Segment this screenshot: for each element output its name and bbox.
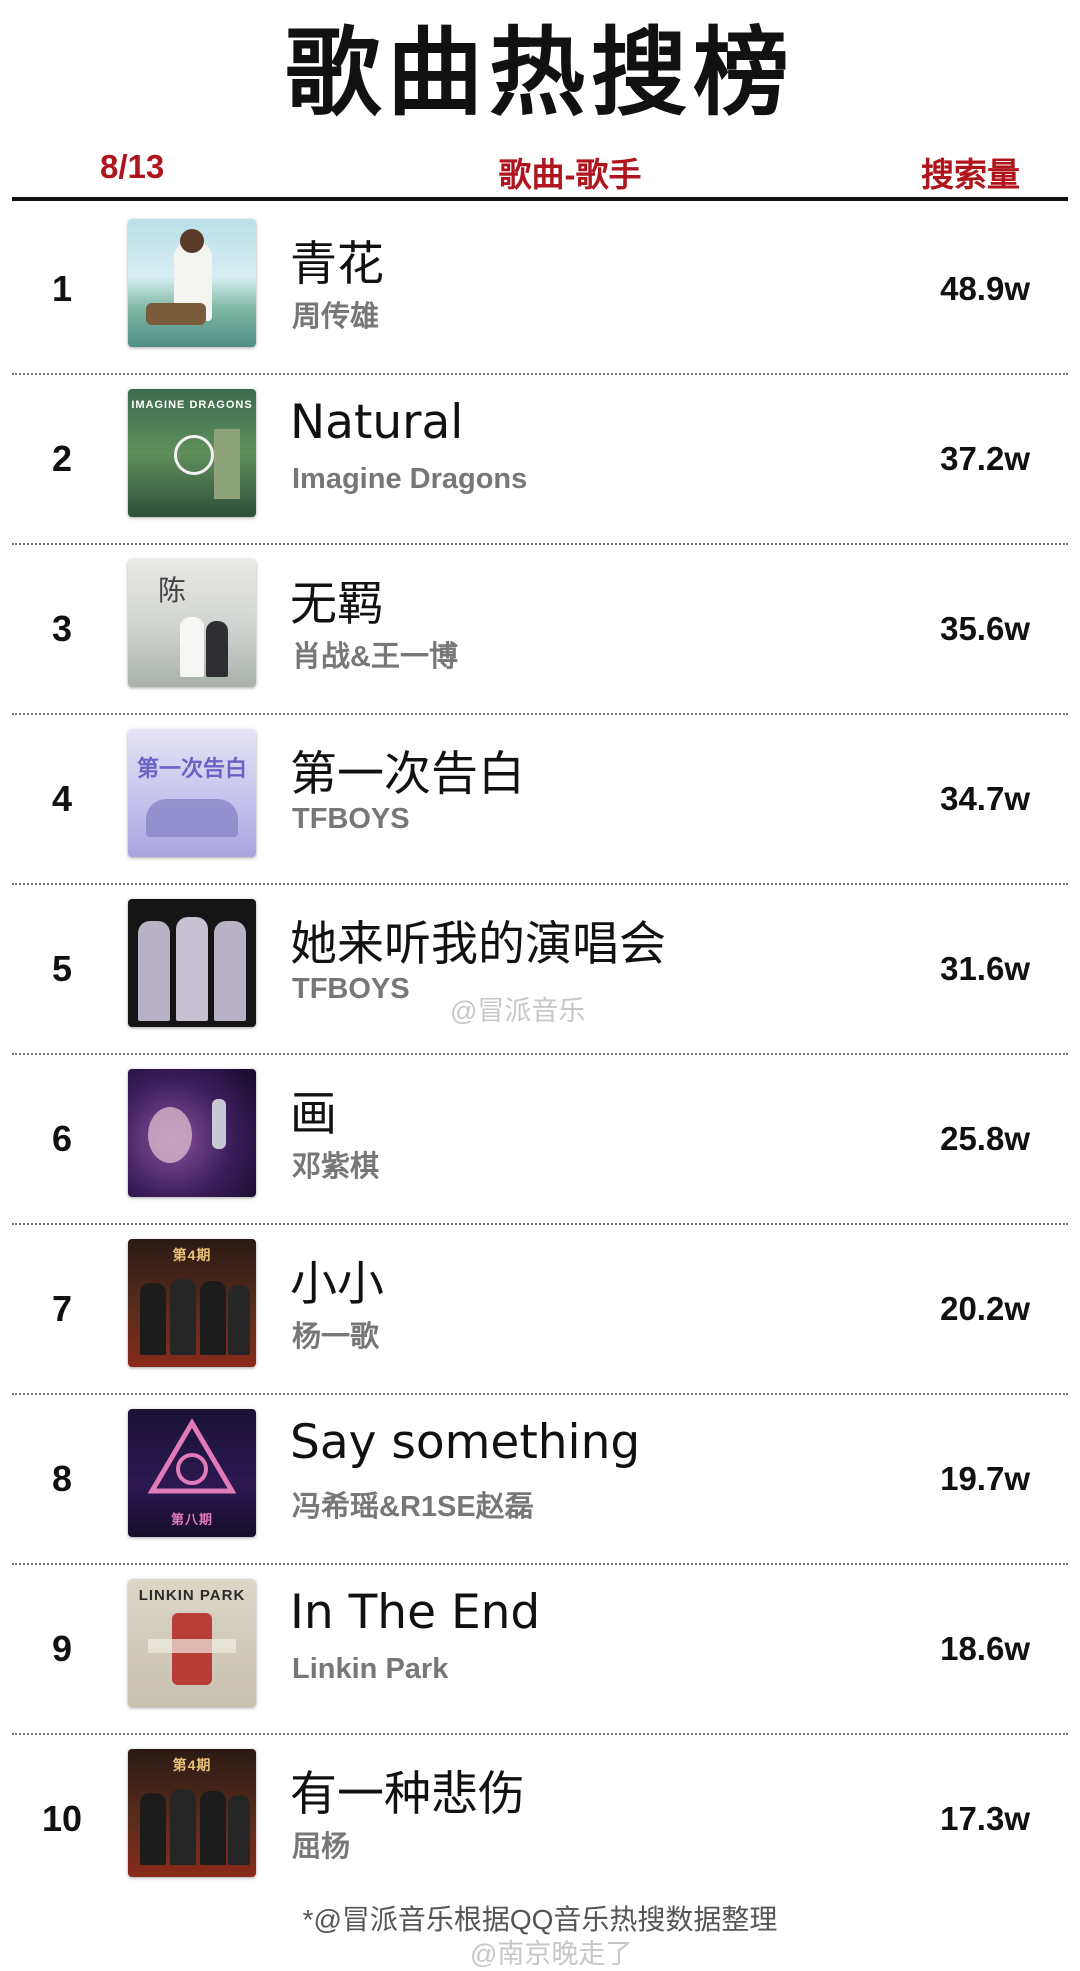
rank-number: 3	[51, 608, 73, 649]
artist-name: Imagine Dragons	[292, 463, 528, 495]
artist-name: 肖战&王一博	[292, 641, 458, 673]
song-title: 第一次告白	[290, 747, 525, 802]
album-cover: 第一次告白	[128, 729, 256, 857]
album-cover: 第4期	[128, 1749, 256, 1877]
album-cover: IMAGINE DRAGONS	[128, 389, 256, 517]
search-count: 25.8w	[940, 1120, 1030, 1157]
watermark: @南京晚走了	[470, 1939, 633, 1969]
search-count: 31.6w	[940, 950, 1030, 987]
rank-number: 10	[41, 1798, 83, 1839]
rank-number: 1	[51, 268, 73, 309]
cover-text: IMAGINE DRAGONS	[131, 399, 253, 411]
search-count: 48.9w	[940, 270, 1030, 307]
album-cover: 第八期	[128, 1409, 256, 1537]
rank-number: 9	[51, 1628, 73, 1669]
song-artist-header: 歌曲-歌手	[498, 156, 642, 193]
song-title: 有一种悲伤	[290, 1767, 525, 1822]
song-title: Natural	[290, 395, 464, 450]
album-cover: 第4期	[128, 1239, 256, 1367]
album-cover: LINKIN PARK	[128, 1579, 256, 1707]
column-header: 8/13 歌曲-歌手 搜索量	[0, 140, 1080, 193]
header-divider	[12, 197, 1068, 201]
rank-number: 8	[51, 1458, 73, 1499]
song-title: 青花	[290, 237, 384, 292]
list-item[interactable]: 3 陈 无羁 肖战&王一博 35.6w	[12, 545, 1068, 715]
cover-text: 第一次告白	[136, 756, 247, 782]
search-count: 17.3w	[940, 1800, 1030, 1837]
song-title: 她来听我的演唱会	[290, 917, 666, 972]
artist-name: 杨一歌	[292, 1321, 380, 1353]
rank-number: 6	[51, 1118, 73, 1159]
artist-name: TFBOYS	[292, 973, 410, 1005]
cover-text: 第4期	[172, 1247, 212, 1263]
song-title: 画	[290, 1087, 337, 1142]
song-title: In The End	[290, 1585, 541, 1640]
song-title: 小小	[290, 1257, 384, 1312]
list-item[interactable]: 6 画 邓紫棋 25.8w	[12, 1055, 1068, 1225]
list-item[interactable]: 1 青花 周传雄 48.9w	[12, 205, 1068, 375]
rank-number: 2	[51, 438, 73, 479]
album-cover	[128, 1069, 256, 1197]
search-count: 35.6w	[940, 610, 1030, 647]
search-volume-header: 搜索量	[921, 156, 1020, 193]
album-cover: 陈	[128, 559, 256, 687]
artist-name: 冯希瑶&R1SE赵磊	[292, 1491, 534, 1523]
list-item[interactable]: 7 第4期 小小 杨一歌 20.2w	[12, 1225, 1068, 1395]
artist-name: 邓紫棋	[292, 1151, 380, 1183]
list-item[interactable]: 8 第八期 Say something 冯希瑶&R1SE赵磊 19.7w	[12, 1395, 1068, 1565]
list-item[interactable]: 2 IMAGINE DRAGONS Natural Imagine Dragon…	[12, 375, 1068, 545]
song-title: Say something	[290, 1415, 641, 1470]
search-count: 37.2w	[940, 440, 1030, 477]
rank-number: 4	[51, 778, 73, 819]
artist-name: 屈杨	[292, 1831, 351, 1863]
album-cover	[128, 899, 256, 1027]
cover-text: 第4期	[172, 1757, 212, 1773]
list-item[interactable]: 4 第一次告白 第一次告白 TFBOYS 34.7w	[12, 715, 1068, 885]
cover-text: LINKIN PARK	[138, 1587, 246, 1604]
list-item[interactable]: 10 第4期 有一种悲伤 屈杨 17.3w	[12, 1735, 1068, 1903]
cover-text: 第八期	[170, 1512, 213, 1527]
search-count: 19.7w	[940, 1460, 1030, 1497]
watermark: @冒派音乐	[450, 996, 586, 1026]
search-count: 34.7w	[940, 780, 1030, 817]
song-title: 无羁	[290, 577, 384, 632]
search-count: 18.6w	[940, 1630, 1030, 1667]
page-title: 歌曲热搜榜	[285, 17, 795, 129]
rank-number: 7	[51, 1288, 73, 1329]
album-cover	[128, 219, 256, 347]
search-count: 20.2w	[940, 1290, 1030, 1327]
chart-list: 1 青花 周传雄 48.9w 2 IMAGINE DRAGONS Natural…	[0, 205, 1080, 1903]
list-item[interactable]: 9 LINKIN PARK In The End Linkin Park 18.…	[12, 1565, 1068, 1735]
list-item[interactable]: 5 她来听我的演唱会 TFBOYS 31.6w @冒派音乐	[12, 885, 1068, 1055]
artist-name: TFBOYS	[292, 803, 410, 835]
artist-name: 周传雄	[292, 301, 380, 333]
rank-number: 5	[51, 948, 73, 989]
artist-name: Linkin Park	[292, 1653, 449, 1685]
